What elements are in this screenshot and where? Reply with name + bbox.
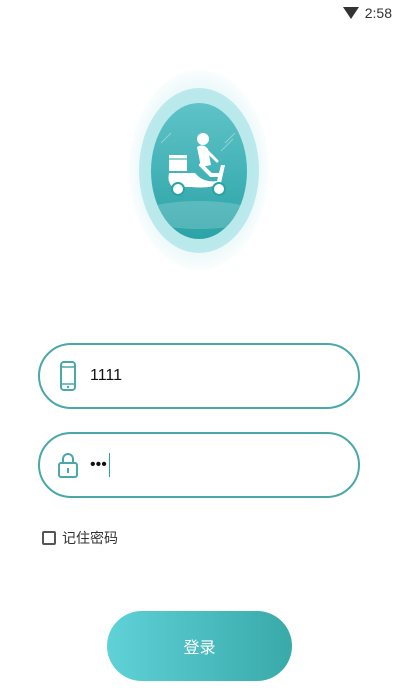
- status-bar: 2:58: [0, 0, 400, 30]
- remember-checkbox[interactable]: [42, 531, 56, 545]
- phone-icon: [48, 361, 88, 391]
- status-time: 2:58: [364, 5, 392, 21]
- login-screen: 2:58 1111 ••• 记住密码 登录: [0, 0, 400, 700]
- text-caret: [108, 453, 111, 477]
- logo-circle: [151, 103, 247, 239]
- remember-label: 记住密码: [62, 531, 118, 547]
- phone-value: 1111: [90, 367, 123, 384]
- wifi-icon: [342, 6, 359, 20]
- delivery-scooter-icon: [151, 132, 247, 229]
- password-dots: •••: [90, 456, 107, 473]
- remember-password[interactable]: 记住密码: [42, 528, 118, 548]
- status-right: 2:58: [342, 5, 392, 21]
- phone-field[interactable]: 1111: [38, 343, 360, 409]
- login-button[interactable]: 登录: [107, 611, 292, 681]
- lock-icon: [48, 451, 88, 479]
- login-button-label: 登录: [183, 638, 216, 657]
- app-logo: [129, 70, 269, 270]
- password-value: •••: [90, 453, 111, 477]
- password-field[interactable]: •••: [38, 432, 360, 498]
